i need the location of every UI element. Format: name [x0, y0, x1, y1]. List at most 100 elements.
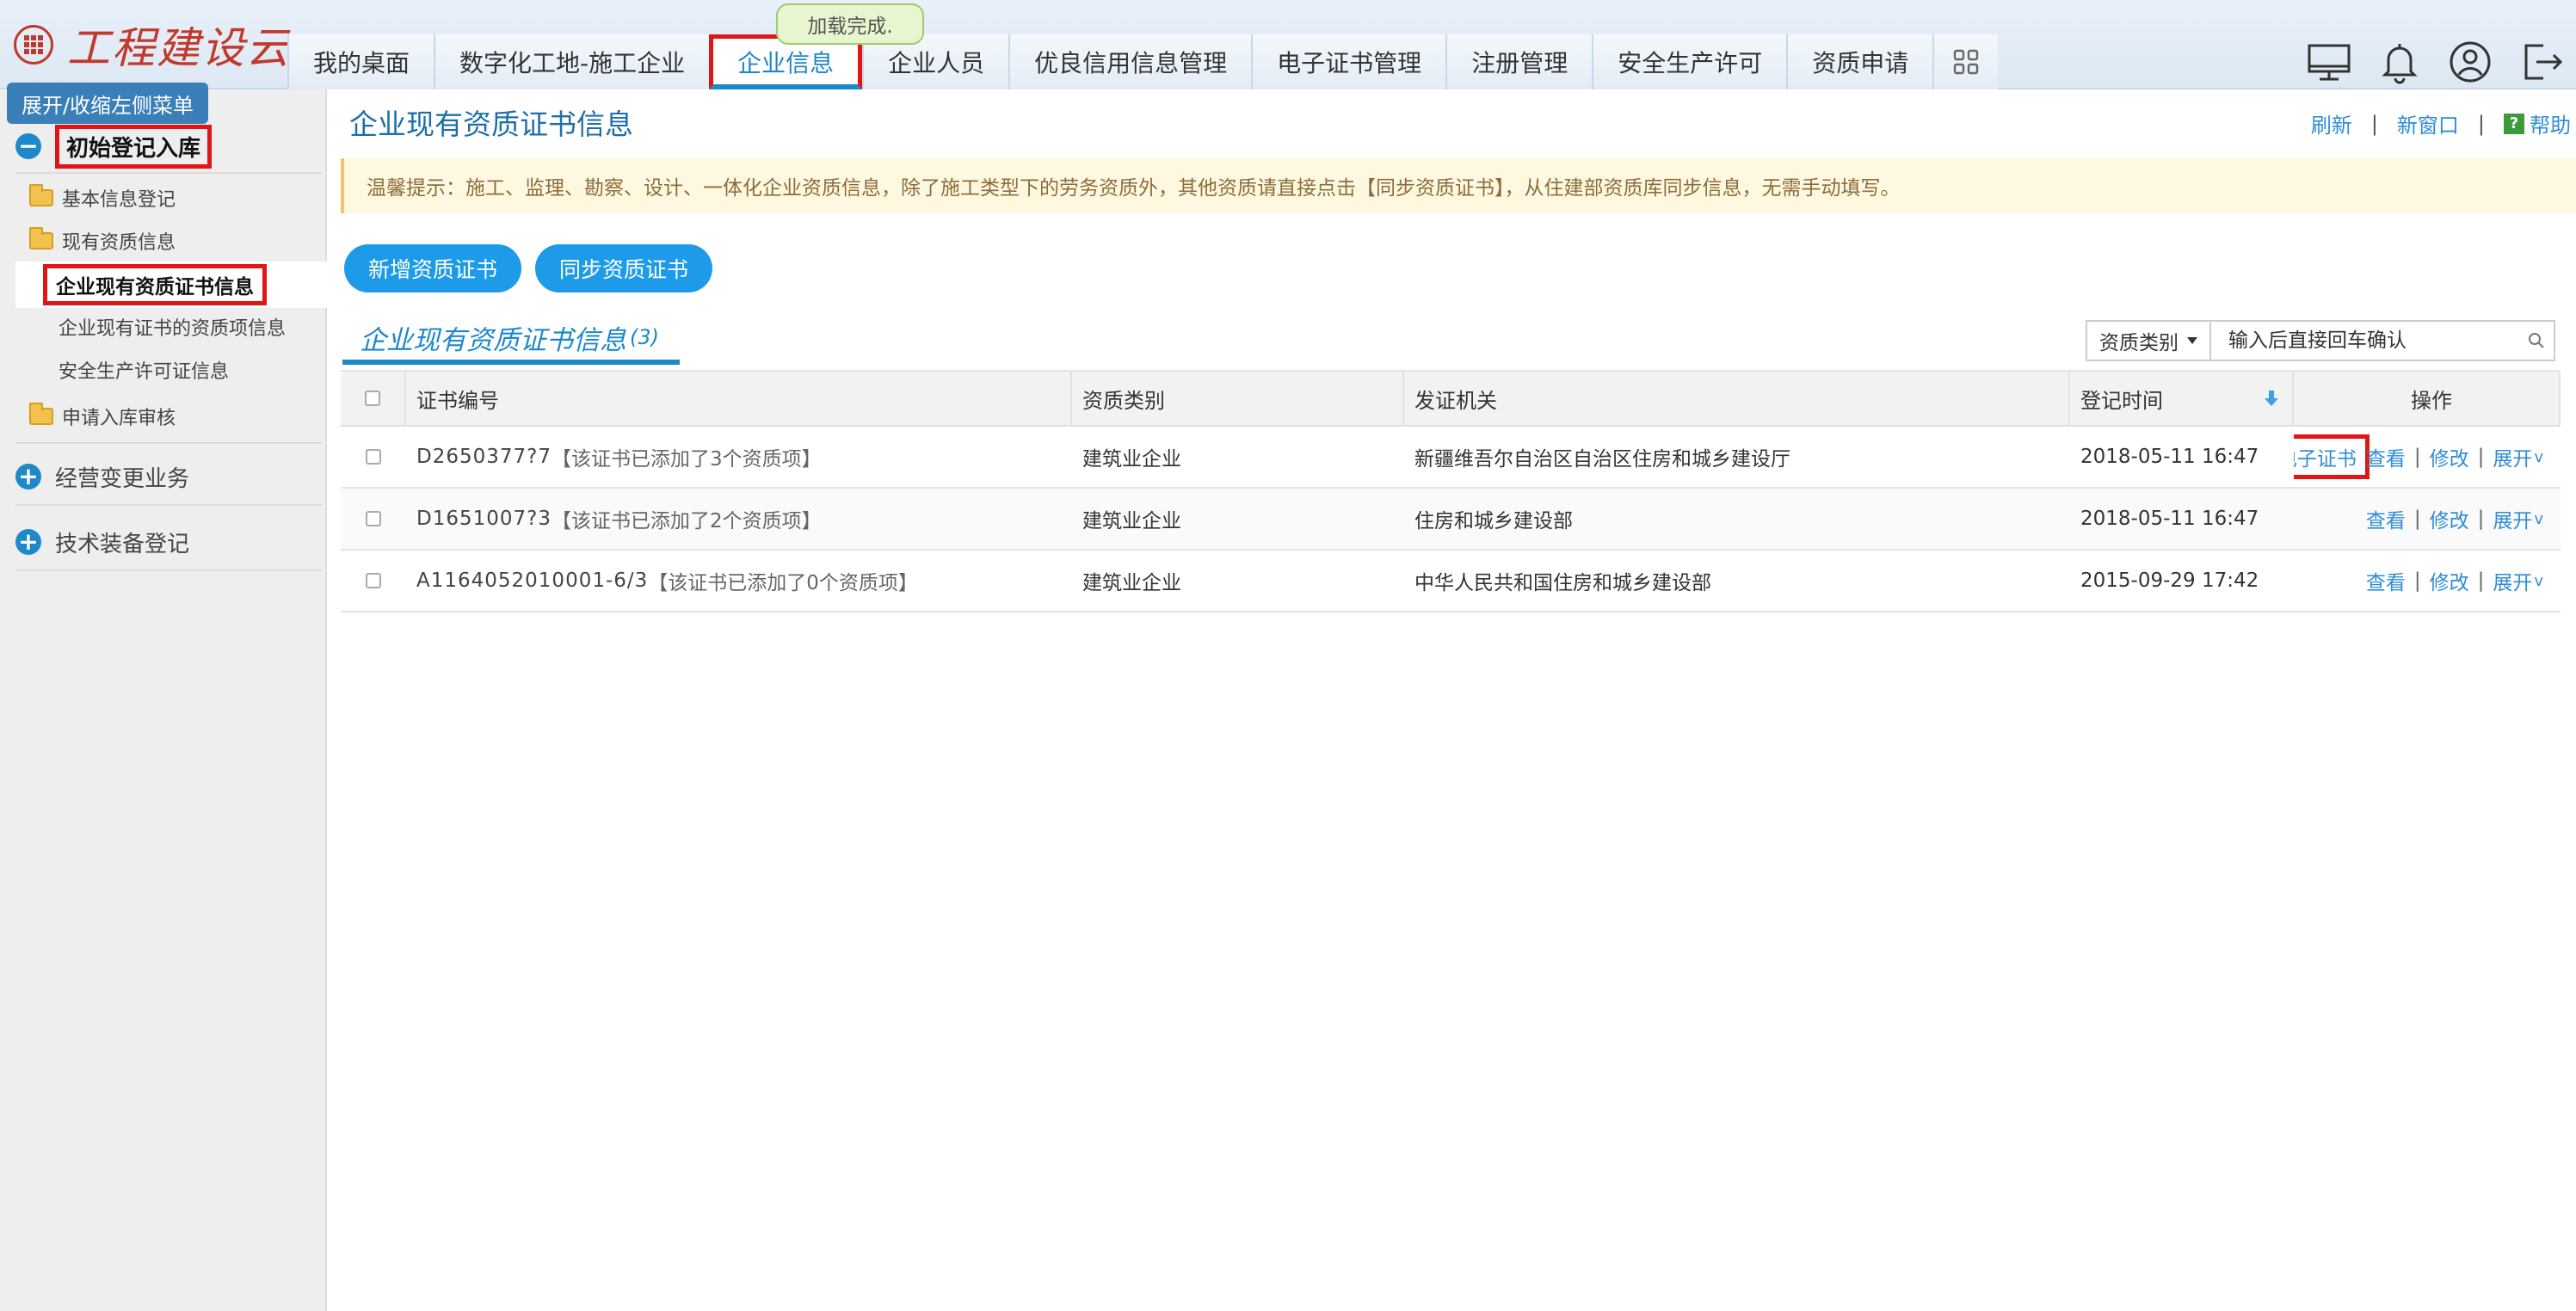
select-all-checkbox[interactable]	[365, 391, 380, 406]
sidebar-item-label: 企业现有证书的资质项信息	[59, 318, 287, 340]
sidebar-item-current-qualification[interactable]: 现有资质信息	[29, 224, 176, 258]
logout-icon[interactable]	[2505, 34, 2576, 89]
ops-cell: 下载电子证书 查看 | 修改 | 展开 v	[2294, 427, 2561, 487]
add-certificate-button[interactable]: 新增资质证书	[344, 244, 521, 292]
bell-icon[interactable]	[2364, 34, 2435, 89]
header-reg-time[interactable]: 登记时间	[2070, 372, 2294, 425]
issuer-cell: 住房和城乡建设部	[1414, 510, 1573, 532]
new-window-link[interactable]: 新窗口	[2397, 108, 2459, 138]
cert-note: 【该证书已添加了3个资质项】	[551, 448, 822, 471]
expand-link[interactable]: 展开	[2493, 504, 2532, 533]
section-business-change[interactable]: + 经营变更业务	[15, 456, 189, 497]
header-cert-no[interactable]: 证书编号	[406, 372, 1072, 425]
sidebar-item-certificate-qualification-items[interactable]: 企业现有证书的资质项信息	[59, 310, 286, 344]
divider	[15, 504, 322, 506]
divider: |	[2370, 111, 2378, 136]
help-icon[interactable]: ?	[2504, 113, 2524, 134]
tab-registration[interactable]: 注册管理	[1445, 34, 1593, 89]
row-checkbox[interactable]	[366, 511, 381, 526]
cert-no-cell: D1651007?3 【该证书已添加了2个资质项】	[406, 489, 1072, 549]
category-cell: 建筑业企业	[1082, 572, 1181, 594]
tab-digital-site[interactable]: 数字化工地-施工企业	[434, 34, 710, 89]
tab-count: (3)	[630, 325, 659, 349]
refresh-link[interactable]: 刷新	[2311, 108, 2352, 138]
header-issuer[interactable]: 发证机关	[1404, 372, 2070, 425]
tab-my-desktop[interactable]: 我的桌面	[287, 34, 434, 89]
chevron-down-icon: v	[2534, 571, 2543, 590]
row-checkbox[interactable]	[366, 573, 381, 588]
table-row[interactable]: D2650377?7 【该证书已添加了3个资质项】 建筑业企业 新疆维吾尔自治区…	[341, 427, 2561, 489]
sidebar-toggle-tooltip[interactable]: 展开/收缩左侧菜单	[7, 83, 208, 124]
sidebar-item-basic-info[interactable]: 基本信息登记	[29, 181, 176, 215]
select-all-cell	[341, 372, 406, 425]
edit-link[interactable]: 修改	[2430, 442, 2469, 471]
certificate-table: 证书编号 资质类别 发证机关 登记时间 操作 D2650377?7 【该证书已添…	[341, 370, 2561, 612]
row-checkbox[interactable]	[366, 449, 381, 465]
search-icon[interactable]	[2519, 331, 2554, 350]
tab-qualification-apply[interactable]: 资质申请	[1786, 34, 1933, 89]
sidebar-item-label: 安全生产许可证信息	[59, 361, 230, 383]
row-select-cell	[341, 427, 406, 487]
sort-desc-icon[interactable]	[2263, 389, 2280, 408]
folder-icon	[29, 403, 53, 425]
section-equipment-label: 技术装备登记	[55, 531, 190, 557]
divider: |	[2477, 569, 2485, 592]
sidebar-item-apply-review[interactable]: 申请入库审核	[29, 399, 176, 434]
sync-certificate-button[interactable]: 同步资质证书	[535, 244, 712, 292]
loading-toast: 加载完成.	[776, 3, 924, 45]
section-business-change-label: 经营变更业务	[55, 465, 190, 492]
tab-e-certificate[interactable]: 电子证书管理	[1251, 34, 1446, 89]
ops-cell: 查看 | 修改 | 展开 v	[2294, 551, 2561, 611]
tab-credit-info[interactable]: 优良信用信息管理	[1008, 34, 1252, 89]
divider	[15, 442, 322, 444]
sidebar-item-label: 企业现有资质证书信息	[43, 264, 267, 305]
page-title: 企业现有资质证书信息	[349, 108, 633, 141]
expand-link[interactable]: 展开	[2493, 566, 2532, 595]
sidebar-item-label: 申请入库审核	[62, 408, 176, 429]
category-select[interactable]: 资质类别	[2087, 322, 2211, 360]
tab-safety-license[interactable]: 安全生产许可	[1592, 34, 1787, 89]
user-icon[interactable]	[2435, 34, 2505, 89]
table-header: 证书编号 资质类别 发证机关 登记时间 操作	[341, 370, 2561, 427]
sidebar-item-qualification-certificates[interactable]: 企业现有资质证书信息	[15, 262, 327, 308]
edit-link[interactable]: 修改	[2430, 566, 2469, 595]
view-link[interactable]: 查看	[2366, 442, 2406, 471]
sidebar-item-safety-license-info[interactable]: 安全生产许可证信息	[59, 353, 229, 387]
edit-link[interactable]: 修改	[2430, 504, 2469, 533]
reg-time-cell: 2018-05-11 16:47	[2080, 446, 2259, 468]
header-category[interactable]: 资质类别	[1072, 372, 1404, 425]
divider: |	[2477, 508, 2485, 530]
expand-icon: +	[15, 464, 41, 489]
tab-certificate-list[interactable]: 企业现有资质证书信息 (3)	[342, 315, 680, 365]
search-input[interactable]	[2211, 322, 2519, 360]
chevron-down-icon: v	[2534, 447, 2543, 466]
main-nav: 我的桌面 数字化工地-施工企业 企业信息 企业人员 优良信用信息管理 电子证书管…	[287, 34, 1999, 89]
grid-icon	[1954, 49, 1979, 75]
app-grid-icon[interactable]	[14, 25, 53, 65]
collapse-icon: −	[15, 133, 41, 159]
row-actions: 查看 | 修改 | 展开 v	[2366, 504, 2543, 533]
row-actions: 查看 | 修改 | 展开 v	[2366, 566, 2543, 595]
expand-icon: +	[15, 529, 41, 555]
folder-open-icon	[29, 227, 53, 249]
cert-no: A1164052010001-6/3	[416, 569, 649, 592]
filter-bar: 资质类别	[2086, 320, 2555, 361]
table-row[interactable]: A1164052010001-6/3 【该证书已添加了0个资质项】 建筑业企业 …	[341, 551, 2561, 612]
table-row[interactable]: D1651007?3 【该证书已添加了2个资质项】 建筑业企业 住房和城乡建设部…	[341, 489, 2561, 551]
download-certificate-link[interactable]: 下载电子证书	[2294, 434, 2370, 479]
cert-no-cell: A1164052010001-6/3 【该证书已添加了0个资质项】	[406, 551, 1072, 611]
section-equipment-registration[interactable]: + 技术装备登记	[15, 521, 189, 563]
cert-note: 【该证书已添加了2个资质项】	[551, 510, 822, 532]
divider	[15, 569, 322, 571]
expand-link[interactable]: 展开	[2493, 442, 2532, 471]
more-tabs-button[interactable]	[1932, 34, 1999, 89]
monitor-icon[interactable]	[2294, 34, 2364, 89]
section-initial-registration[interactable]: − 初始登记入库	[15, 124, 213, 169]
logo[interactable]: 工程建设云	[14, 17, 291, 73]
issuer-cell: 中华人民共和国住房和城乡建设部	[1414, 572, 1711, 594]
view-link[interactable]: 查看	[2366, 566, 2406, 595]
cert-note: 【该证书已添加了0个资质项】	[648, 572, 918, 594]
view-link[interactable]: 查看	[2366, 504, 2406, 533]
main-content: 企业现有资质证书信息 刷新 | 新窗口 | ? 帮助 温馨提示：施工、监理、勘察…	[341, 89, 2576, 1311]
help-link[interactable]: 帮助	[2530, 108, 2571, 138]
